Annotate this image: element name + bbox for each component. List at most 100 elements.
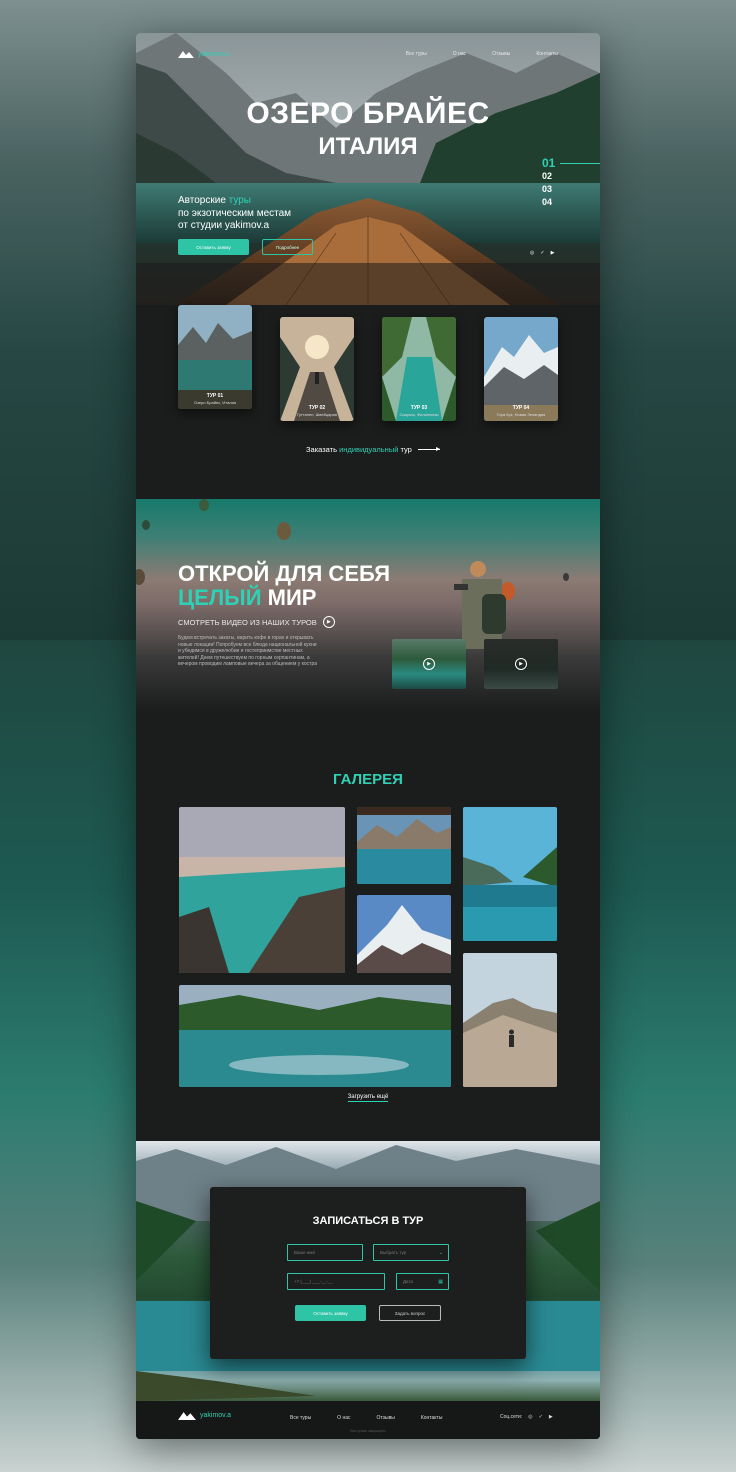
logo-text: yakimov.a bbox=[198, 50, 229, 58]
discover-title-line2: ЦЕЛЫЙ МИР bbox=[178, 587, 316, 609]
hero-landscape-image bbox=[136, 33, 600, 305]
more-details-button[interactable]: Подробнее bbox=[262, 239, 313, 255]
gallery-image-2[interactable] bbox=[357, 807, 451, 884]
nav-link-about[interactable]: О нас bbox=[453, 51, 466, 57]
submit-request-button[interactable]: Оставить заявку bbox=[295, 1305, 366, 1321]
hero-section: yakimov.a Все туры О нас Отзывы Контакты… bbox=[136, 33, 600, 305]
gallery-image-6[interactable] bbox=[463, 953, 557, 1087]
gallery-photo bbox=[357, 807, 451, 884]
arrow-right-icon bbox=[417, 447, 440, 451]
discover-title-line1: ОТКРОЙ ДЛЯ СЕБЯ bbox=[178, 561, 391, 586]
slide-number-02[interactable]: 02 bbox=[542, 170, 555, 183]
gallery-photo bbox=[463, 953, 557, 1087]
instagram-icon[interactable]: ◎ bbox=[530, 250, 534, 256]
load-more-link[interactable]: Загрузить ещё bbox=[136, 1094, 600, 1102]
nav-link-all-tours[interactable]: Все туры bbox=[406, 51, 427, 57]
tour-select[interactable]: Выбрать тур ⌄ bbox=[373, 1244, 449, 1261]
tour-label: ТУР 04 bbox=[512, 405, 530, 411]
tagline-line2: по экзотическим местам bbox=[178, 207, 292, 219]
signup-form-card: ЗАПИСАТЬСЯ В ТУР Ваше имя Выбрать тур ⌄ … bbox=[210, 1187, 526, 1359]
discover-title-accent: ЦЕЛЫЙ bbox=[178, 585, 262, 610]
hero-title: ОЗЕРО БРАЙЕС bbox=[246, 97, 490, 130]
nav-link-reviews[interactable]: Отзывы bbox=[492, 51, 510, 57]
tour-label: ТУР 02 bbox=[308, 405, 326, 411]
footer-socials: Соц.сети: ◎ ✓ ▶ bbox=[500, 1414, 553, 1420]
slide-pagination: 01 02 03 04 bbox=[542, 157, 555, 209]
footer-link-contacts[interactable]: Контакты bbox=[421, 1415, 443, 1421]
chevron-down-icon: ⌄ bbox=[438, 1249, 443, 1256]
signup-title: ЗАПИСАТЬСЯ В ТУР bbox=[312, 1215, 424, 1227]
gallery-photo bbox=[179, 807, 345, 973]
gallery-image-1[interactable] bbox=[179, 807, 345, 973]
tour-place: Гора Кук, Новая Зеландия bbox=[496, 412, 546, 417]
date-field[interactable]: Дата ▦ bbox=[396, 1273, 449, 1290]
watch-video-label: СМОТРЕТЬ ВИДЕО ИЗ НАШИХ ТУРОВ bbox=[178, 617, 317, 627]
tour-card-02[interactable]: ТУР 02 Гуттанен, Швейцария bbox=[280, 317, 354, 421]
name-field[interactable]: Ваше имя bbox=[287, 1244, 363, 1261]
gallery-title: ГАЛЕРЕЯ bbox=[333, 771, 403, 788]
landing-page: yakimov.a Все туры О нас Отзывы Контакты… bbox=[136, 33, 600, 1439]
leave-request-button[interactable]: Оставить заявку bbox=[178, 239, 249, 255]
vk-icon[interactable]: ✓ bbox=[539, 1414, 543, 1420]
play-icon: ▶ bbox=[515, 658, 527, 670]
discover-description: Будем встречать закаты, варить кофе в го… bbox=[178, 635, 318, 667]
nav-links: Все туры О нас Отзывы Контакты bbox=[406, 51, 558, 57]
play-icon: ▶ bbox=[322, 616, 335, 628]
youtube-icon[interactable]: ▶ bbox=[549, 1414, 553, 1420]
footer-link-about[interactable]: О нас bbox=[337, 1415, 350, 1421]
signup-section: ЗАПИСАТЬСЯ В ТУР Ваше имя Выбрать тур ⌄ … bbox=[136, 1141, 600, 1401]
gallery-image-3[interactable] bbox=[357, 895, 451, 973]
watch-video-link[interactable]: СМОТРЕТЬ ВИДЕО ИЗ НАШИХ ТУРОВ ▶ bbox=[178, 616, 335, 628]
custom-tour-accent: индивидуальный bbox=[339, 445, 399, 454]
tour-place: Гуттанен, Швейцария bbox=[297, 412, 337, 417]
hero-subtitle: ИТАЛИЯ bbox=[318, 133, 418, 160]
footer-logo[interactable]: yakimov.a bbox=[178, 1411, 231, 1420]
tour-label: ТУР 03 bbox=[410, 405, 428, 411]
hero-socials: ◎ ✓ ▶ bbox=[530, 250, 554, 256]
video-thumbnail-1[interactable]: ▶ bbox=[392, 639, 466, 689]
nav-link-contacts[interactable]: Контакты bbox=[536, 51, 558, 57]
footer-link-reviews[interactable]: Отзывы bbox=[377, 1415, 395, 1421]
custom-tour-link[interactable]: Заказать индивидуальный тур bbox=[306, 445, 440, 454]
gallery-image-5[interactable] bbox=[179, 985, 451, 1087]
phone-field[interactable]: +7 (___) ___-__-__ bbox=[287, 1273, 385, 1290]
ask-question-button[interactable]: Задать вопрос bbox=[379, 1305, 441, 1321]
youtube-icon[interactable]: ▶ bbox=[551, 250, 555, 256]
vk-icon[interactable]: ✓ bbox=[540, 250, 544, 256]
tour-place: Сиаргао, Филиппины bbox=[399, 412, 439, 417]
footer-logo-text: yakimov.a bbox=[200, 1412, 231, 1419]
gallery-image-4[interactable] bbox=[463, 807, 557, 941]
slide-number-01[interactable]: 01 bbox=[542, 157, 555, 170]
tour-place: Озеро Брайес, Италия bbox=[193, 400, 237, 405]
calendar-icon: ▦ bbox=[438, 1278, 443, 1285]
video-thumbnail-2[interactable]: ▶ bbox=[484, 639, 558, 689]
date-field-placeholder: Дата bbox=[403, 1279, 413, 1284]
top-nav: yakimov.a Все туры О нас Отзывы Контакты bbox=[178, 47, 558, 61]
gallery-photo bbox=[463, 807, 557, 941]
gallery-photo bbox=[357, 895, 451, 973]
tagline-part: Авторские bbox=[178, 195, 229, 206]
discover-title-rest: МИР bbox=[261, 585, 317, 610]
socials-label: Соц.сети: bbox=[500, 1414, 523, 1420]
custom-tour-part: тур bbox=[398, 445, 412, 454]
tagline-line3: от студии yakimov.a bbox=[178, 220, 270, 231]
mountain-logo-icon bbox=[178, 1412, 196, 1420]
gallery-photo bbox=[179, 985, 451, 1087]
logo[interactable]: yakimov.a bbox=[178, 50, 229, 58]
mountain-logo-icon bbox=[178, 51, 194, 58]
hero-tagline: Авторские туры по экзотическим местам от… bbox=[178, 195, 291, 233]
tour-card-03[interactable]: ТУР 03 Сиаргао, Филиппины bbox=[382, 317, 456, 421]
copyright: Все права защищены bbox=[350, 1429, 386, 1433]
discover-section: ОТКРОЙ ДЛЯ СЕБЯ ЦЕЛЫЙ МИР СМОТРЕТЬ ВИДЕО… bbox=[136, 499, 600, 711]
slide-number-04[interactable]: 04 bbox=[542, 196, 555, 209]
tour-label: ТУР 01 bbox=[206, 393, 224, 399]
tour-card-04[interactable]: ТУР 04 Гора Кук, Новая Зеландия bbox=[484, 317, 558, 421]
slider-indicator-line bbox=[560, 163, 600, 164]
tagline-accent: туры bbox=[228, 195, 251, 206]
footer-link-all-tours[interactable]: Все туры bbox=[290, 1415, 311, 1421]
tours-section: ТУР 01 Озеро Брайес, Италия ТУР 02 Гутта… bbox=[136, 305, 600, 499]
instagram-icon[interactable]: ◎ bbox=[528, 1414, 532, 1420]
footer: yakimov.a Все туры О нас Отзывы Контакты… bbox=[136, 1401, 600, 1439]
slide-number-03[interactable]: 03 bbox=[542, 183, 555, 196]
tour-card-01[interactable]: ТУР 01 Озеро Брайес, Италия bbox=[178, 305, 252, 409]
